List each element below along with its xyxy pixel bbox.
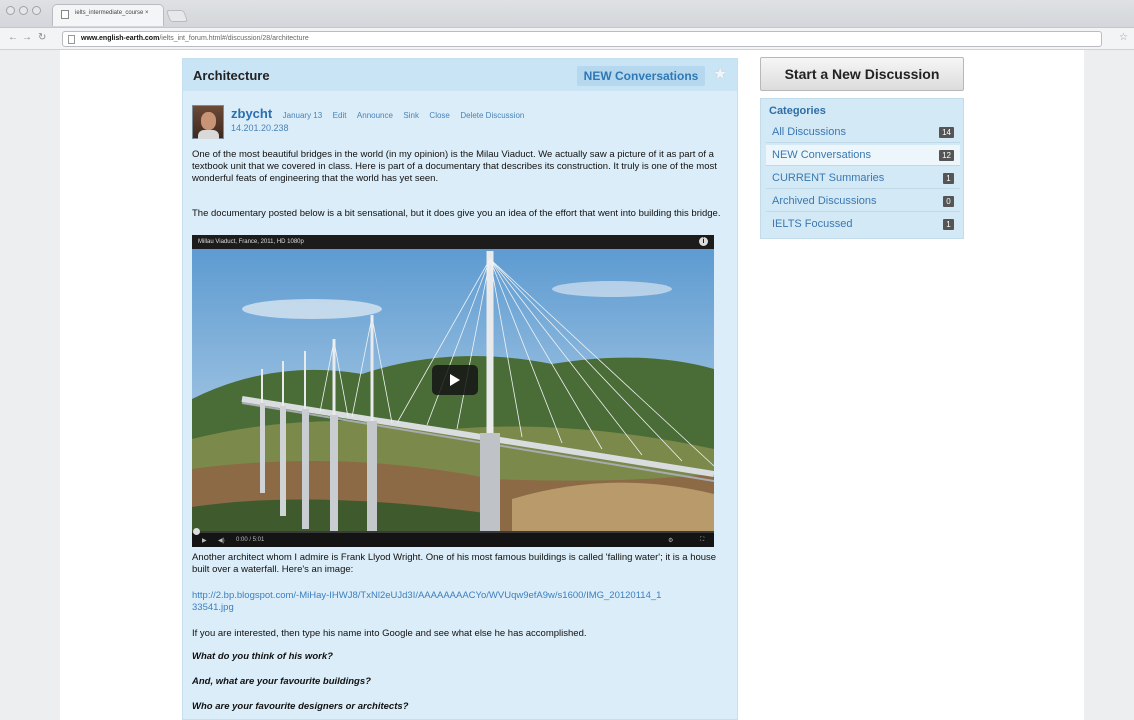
post-paragraph-1: One of the most beautiful bridges in the… (192, 149, 717, 184)
video-time: 0:00 / 5:01 (236, 537, 265, 543)
page-icon (68, 35, 75, 44)
author-ip: 14.201.20.238 (231, 123, 289, 133)
address-bar[interactable]: www.english-earth.com/ielts_int_forum.ht… (62, 31, 1102, 47)
category-count-badge: 1 (943, 173, 954, 184)
post-paragraph-3: Another architect whom I admire is Frank… (192, 552, 717, 575)
new-conversations-button[interactable]: NEW Conversations (577, 66, 705, 86)
back-arrow-icon[interactable]: ← (8, 32, 18, 43)
url-path: /ielts_int_forum.html#/discussion/28/arc… (159, 35, 309, 42)
category-archived-discussions[interactable]: Archived Discussions 0 (766, 191, 960, 212)
browser-toolbar: ← → ↻ www.english-earth.com/ielts_int_fo… (0, 28, 1134, 50)
post-meta: zbycht January 13 Edit Announce Sink Clo… (231, 105, 530, 123)
url-domain: www.english-earth.com (81, 35, 160, 42)
video-controls: ▶ ◀) 0:00 / 5:01 ⚙ ⛶ (192, 528, 714, 547)
zoom-window-icon[interactable] (32, 6, 41, 15)
category-label: CURRENT Summaries (772, 172, 885, 184)
edit-link[interactable]: Edit (333, 111, 347, 120)
browser-tab-bar: ielts_intermediate_course × (0, 0, 1134, 28)
category-count-badge: 12 (939, 150, 954, 161)
video-title: Millau Viaduct, France, 2011, HD 1080p (198, 239, 304, 245)
play-button[interactable] (432, 365, 478, 395)
category-label: IELTS Focussed (772, 218, 853, 230)
volume-icon[interactable]: ◀) (218, 537, 225, 544)
forum-page: Architecture NEW Conversations ★ zbycht … (60, 50, 1084, 720)
page-favicon-icon (61, 10, 69, 19)
close-link[interactable]: Close (429, 111, 449, 120)
category-count-badge: 1 (943, 219, 954, 230)
start-new-discussion-button[interactable]: Start a New Discussion (760, 57, 964, 91)
discussion-title: Architecture (193, 68, 270, 83)
sink-link[interactable]: Sink (403, 111, 419, 120)
info-icon[interactable]: i (699, 237, 708, 246)
category-current-summaries[interactable]: CURRENT Summaries 1 (766, 168, 960, 189)
fullscreen-icon[interactable]: ⛶ (700, 537, 704, 544)
delete-discussion-link[interactable]: Delete Discussion (460, 111, 524, 120)
post-paragraph-4: If you are interested, then type his nam… (192, 628, 587, 639)
categories-title: Categories (769, 105, 826, 117)
category-label: All Discussions (772, 126, 846, 138)
category-count-badge: 0 (943, 196, 954, 207)
bookmark-discussion-star-icon[interactable]: ★ (713, 64, 727, 84)
close-window-icon[interactable] (6, 6, 15, 15)
browser-tab-title: ielts_intermediate_course × (75, 10, 149, 16)
control-play-icon[interactable]: ▶ (202, 537, 207, 544)
category-count-badge: 14 (939, 127, 954, 138)
category-label: Archived Discussions (772, 195, 877, 207)
announce-link[interactable]: Announce (357, 111, 393, 120)
video-title-bar: Millau Viaduct, France, 2011, HD 1080p i (192, 235, 714, 249)
category-label: NEW Conversations (772, 149, 872, 161)
image-link[interactable]: http://2.bp.blogspot.com/-MiHay-IHWJ8/Tx… (192, 590, 662, 614)
reload-icon[interactable]: ↻ (38, 32, 46, 43)
video-player[interactable]: Millau Viaduct, France, 2011, HD 1080p i (192, 235, 714, 547)
author-name-link[interactable]: zbycht (231, 106, 272, 121)
new-tab-button[interactable] (165, 10, 189, 22)
settings-icon[interactable]: ⚙ (668, 537, 673, 544)
discussion-panel: Architecture NEW Conversations ★ zbycht … (182, 58, 738, 720)
browser-tab[interactable]: ielts_intermediate_course × (52, 4, 164, 26)
minimize-window-icon[interactable] (19, 6, 28, 15)
question-2: And, what are your favourite buildings? (192, 676, 371, 687)
play-icon (450, 374, 460, 386)
discussion-header: Architecture NEW Conversations ★ (183, 59, 737, 91)
category-ielts-focussed[interactable]: IELTS Focussed 1 (766, 214, 960, 235)
video-scrubber[interactable] (193, 528, 200, 535)
bookmark-star-icon[interactable]: ☆ (1119, 32, 1128, 43)
post-paragraph-2: The documentary posted below is a bit se… (192, 208, 721, 219)
category-all-discussions[interactable]: All Discussions 14 (766, 122, 960, 143)
category-new-conversations[interactable]: NEW Conversations 12 (766, 145, 960, 166)
post-date: January 13 (282, 111, 323, 120)
question-1: What do you think of his work? (192, 651, 333, 662)
question-3: Who are your favourite designers or arch… (192, 701, 409, 712)
window-controls[interactable] (6, 6, 41, 15)
categories-panel: Categories All Discussions 14 NEW Conver… (760, 98, 964, 239)
avatar[interactable] (192, 105, 224, 139)
forward-arrow-icon[interactable]: → (22, 32, 32, 43)
